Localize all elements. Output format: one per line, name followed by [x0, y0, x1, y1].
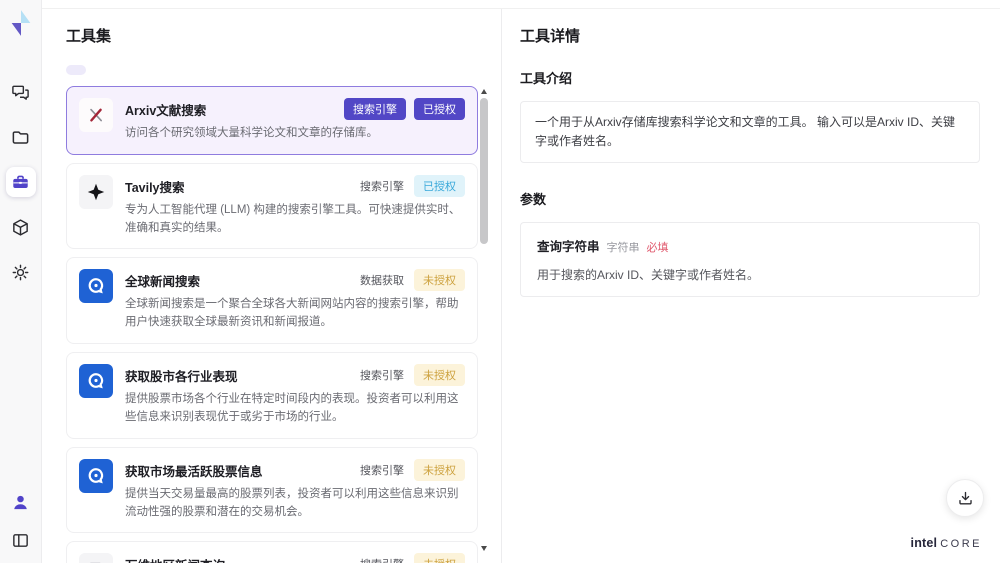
- app-window: 工具集 Arxiv文献搜索 搜索引擎 已授权 访问各个研究领域大量科学论文和文章…: [0, 0, 1000, 563]
- app-logo-icon: [11, 10, 30, 36]
- tool-description: 提供股票市场各个行业在特定时间段内的表现。投资者可以利用这些信息来识别表现优于或…: [125, 393, 459, 423]
- briefcase-icon: [13, 175, 28, 188]
- tool-name: 全球新闻搜索: [125, 275, 201, 290]
- category-tab[interactable]: [66, 65, 86, 75]
- tool-card[interactable]: 获取股市各行业表现 搜索引擎 未授权 提供股票市场各个行业在特定时间段内的表现。…: [66, 352, 478, 439]
- download-icon: [958, 491, 972, 505]
- tool-name: Tavily搜索: [125, 180, 185, 195]
- parameter-type: 字符串: [606, 242, 640, 255]
- sidebar-item-briefcase[interactable]: [5, 167, 36, 197]
- sidebar-item-folder[interactable]: [6, 122, 36, 152]
- category-tabs: [66, 65, 501, 75]
- tool-auth-tag: 未授权: [414, 458, 465, 481]
- tool-name: 万维地区新闻查询: [125, 553, 225, 563]
- tool-category-tag: 搜索引擎: [360, 370, 404, 383]
- tool-category-tag: 搜索引擎: [344, 98, 406, 120]
- tool-description: 全球新闻搜索是一个聚合全球各大新闻网站内容的搜索引擎，帮助用户快速获取全球最新资…: [125, 298, 459, 329]
- params-heading: 参数: [520, 192, 547, 208]
- toolset-panel: 工具集 Arxiv文献搜索 搜索引擎 已授权 访问各个研究领域大量科学论文和文章…: [42, 9, 501, 563]
- tool-list: Arxiv文献搜索 搜索引擎 已授权 访问各个研究领域大量科学论文和文章的存储库…: [66, 86, 478, 563]
- scrollbar-thumb[interactable]: [480, 98, 488, 244]
- scroll-down-arrow[interactable]: [481, 546, 487, 551]
- tool-description: 访问各个研究领域大量科学论文和文章的存储库。: [125, 127, 378, 139]
- folder-icon: [12, 130, 29, 144]
- chat-icon: [12, 85, 29, 100]
- category-tab[interactable]: [134, 65, 154, 75]
- sidebar-item-panel-toggle[interactable]: [6, 525, 36, 555]
- intel-core-logo: intel core: [911, 536, 982, 550]
- rail-nav: [5, 77, 36, 287]
- tool-name: 获取市场最活跃股票信息: [125, 464, 263, 479]
- scroll-up-arrow[interactable]: [481, 89, 487, 94]
- tool-category-tag: 搜索引擎: [360, 464, 404, 477]
- tool-card[interactable]: Arxiv文献搜索 搜索引擎 已授权 访问各个研究领域大量科学论文和文章的存储库…: [66, 86, 478, 155]
- left-rail: [0, 0, 42, 563]
- tool-name: Arxiv文献搜索: [125, 104, 207, 118]
- tool-auth-tag: 未授权: [414, 553, 465, 563]
- tool-icon: [79, 553, 113, 563]
- tool-auth-tag: 已授权: [414, 98, 465, 120]
- tool-description: 专为人工智能代理 (LLM) 构建的搜索引擎工具。可快速提供实时、准确和真实的结…: [125, 203, 461, 234]
- parameter-name: 查询字符串: [537, 240, 600, 255]
- blue-q-app-icon: [88, 373, 104, 389]
- sidebar-item-chat[interactable]: [6, 77, 36, 107]
- blue-q-app-icon: [88, 467, 104, 484]
- parameter-description: 用于搜索的Arxiv ID、关键字或作者姓名。: [537, 268, 760, 283]
- tool-description: 提供当天交易量最高的股票列表，投资者可以利用这些信息来识别流动性强的股票和潜在的…: [125, 487, 459, 518]
- category-tab[interactable]: [168, 65, 188, 75]
- gear-icon: [12, 264, 29, 280]
- parameter-required-badge: 必填: [646, 242, 669, 255]
- category-tab[interactable]: [100, 65, 120, 75]
- tool-icon: [79, 98, 113, 132]
- star-icon: [87, 183, 105, 201]
- tool-auth-tag: 已授权: [414, 174, 465, 197]
- parameter-card: 查询字符串 字符串 必填 用于搜索的Arxiv ID、关键字或作者姓名。: [520, 222, 980, 298]
- tool-icon: [79, 458, 113, 493]
- tool-card[interactable]: 全球新闻搜索 数据获取 未授权 全球新闻搜索是一个聚合全球各大新闻网站内容的搜索…: [66, 257, 478, 345]
- details-title: 工具详情: [520, 28, 581, 45]
- user-icon: [14, 495, 27, 509]
- brand-core: core: [940, 538, 982, 550]
- tool-category-tag: 数据获取: [360, 275, 404, 288]
- cube-icon: [13, 218, 28, 236]
- brand-intel: intel: [910, 536, 938, 550]
- parameter-list: 查询字符串 字符串 必填 用于搜索的Arxiv ID、关键字或作者姓名。: [520, 222, 980, 298]
- rail-bottom-nav: [6, 487, 36, 555]
- toolset-title: 工具集: [66, 28, 112, 45]
- arxiv-icon: [90, 108, 102, 122]
- sidebar-item-gear[interactable]: [6, 257, 36, 287]
- tool-card[interactable]: 获取市场最活跃股票信息 搜索引擎 未授权 提供当天交易量最高的股票列表，投资者可…: [66, 446, 478, 534]
- list-scrollbar[interactable]: [480, 89, 489, 551]
- tool-category-tag: 搜索引擎: [360, 180, 404, 193]
- tool-auth-tag: 未授权: [414, 364, 465, 387]
- intro-text: 一个用于从Arxiv存储库搜索科学论文和文章的工具。 输入可以是Arxiv ID…: [520, 101, 980, 164]
- tool-category-tag: 搜索引擎: [358, 553, 406, 563]
- tool-details-panel: 工具详情 工具介绍 一个用于从Arxiv存储库搜索科学论文和文章的工具。 输入可…: [501, 9, 1000, 563]
- intro-heading: 工具介绍: [520, 71, 573, 86]
- sidebar-item-cube[interactable]: [6, 212, 36, 242]
- blue-q-app-icon: [88, 278, 104, 294]
- tool-icon: [79, 174, 113, 209]
- tool-card[interactable]: 万维地区新闻查询 搜索引擎 未授权 查询具体行政区划内的新闻，快速了解各地新闻动…: [66, 541, 478, 563]
- sidebar-item-user[interactable]: [6, 487, 36, 517]
- tool-auth-tag: 未授权: [414, 269, 465, 292]
- app-logo[interactable]: [7, 9, 35, 37]
- tool-icon: [79, 364, 113, 399]
- panel-toggle-icon: [13, 533, 28, 547]
- tool-name: 获取股市各行业表现: [125, 370, 238, 385]
- download-button[interactable]: [946, 479, 984, 517]
- tool-card[interactable]: Tavily搜索 搜索引擎 已授权 专为人工智能代理 (LLM) 构建的搜索引擎…: [66, 162, 478, 250]
- tool-icon: [79, 269, 113, 304]
